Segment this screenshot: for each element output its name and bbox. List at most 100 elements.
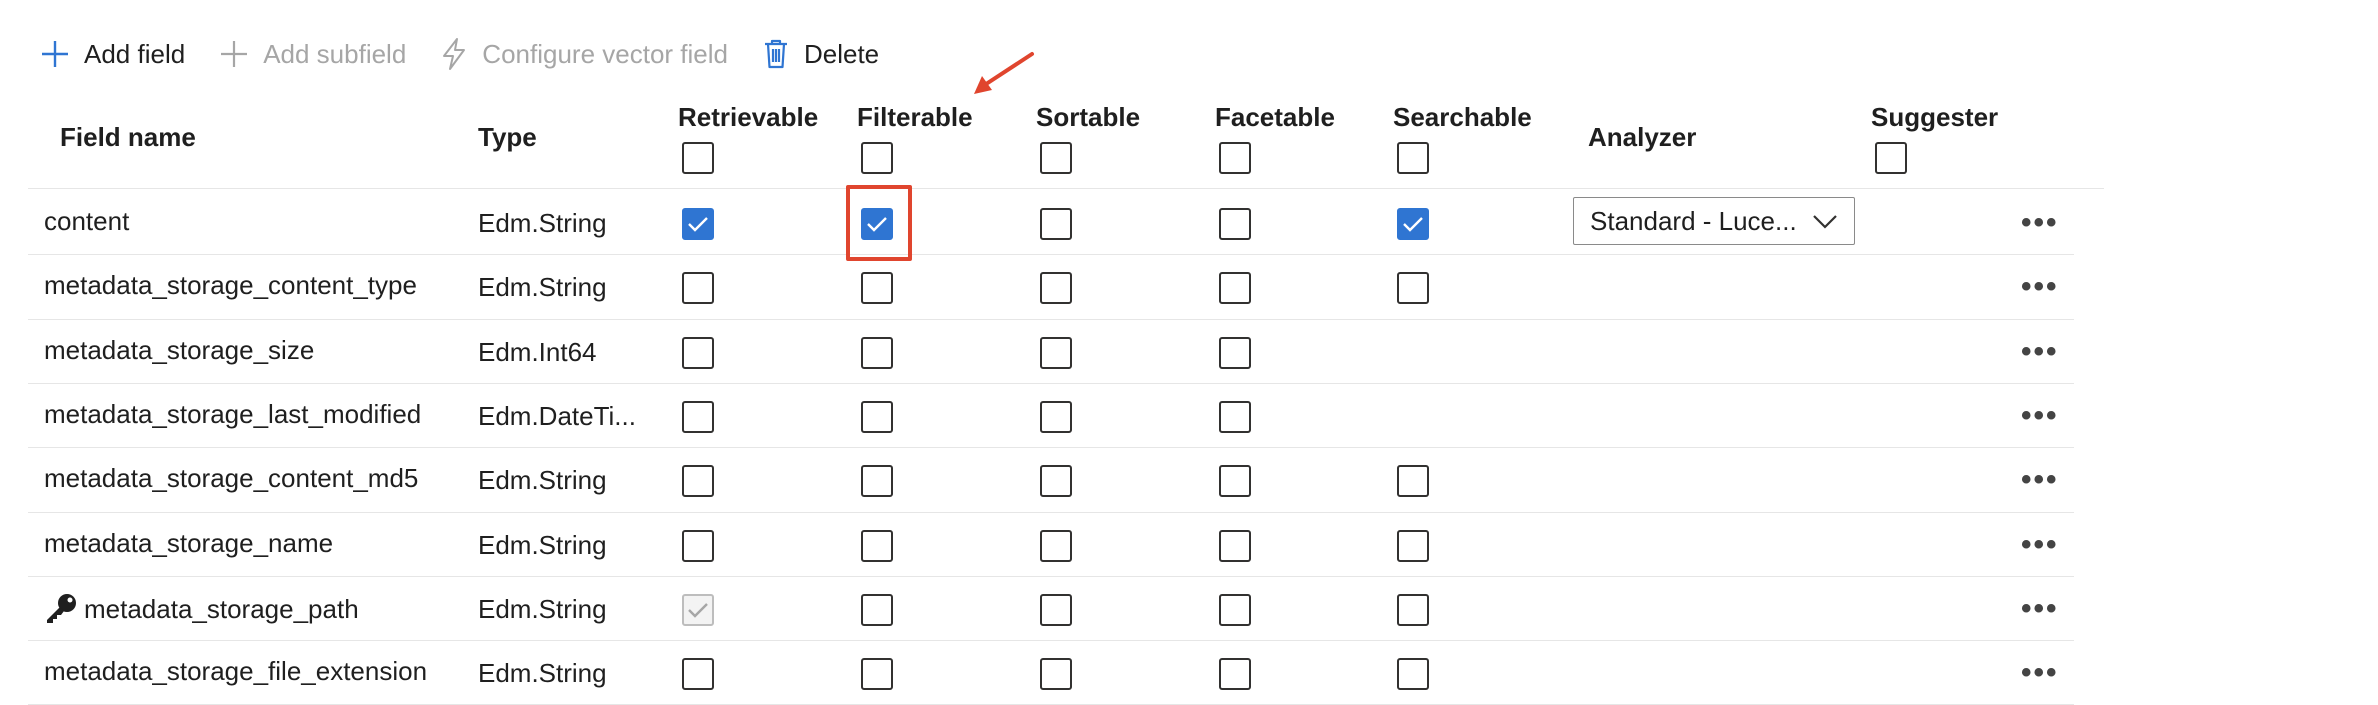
retrievable-checkbox xyxy=(682,593,714,626)
sortable-checkbox[interactable] xyxy=(1040,336,1072,369)
select-all-sortable-checkbox[interactable] xyxy=(1040,142,1072,174)
sortable-checkbox[interactable] xyxy=(1040,401,1072,434)
filterable-checkbox[interactable] xyxy=(861,336,893,369)
row-divider xyxy=(28,575,2074,577)
filterable-checkbox[interactable] xyxy=(861,658,893,691)
retrievable-checkbox[interactable] xyxy=(682,658,714,691)
field-name-cell: metadata_storage_file_extension xyxy=(44,656,428,687)
sortable-checkbox[interactable] xyxy=(1040,658,1072,691)
row-divider xyxy=(28,640,2074,642)
filterable-checkbox[interactable] xyxy=(861,593,893,626)
facetable-checkbox[interactable] xyxy=(1219,465,1251,498)
facetable-checkbox[interactable] xyxy=(1219,529,1251,562)
searchable-checkbox[interactable] xyxy=(1397,658,1429,691)
configure-vector-field-button[interactable]: Configure vector field xyxy=(440,37,728,71)
add-subfield-button[interactable]: Add subfield xyxy=(219,39,406,70)
retrievable-checkbox[interactable] xyxy=(682,465,714,498)
retrievable-checkbox[interactable] xyxy=(682,208,714,241)
configure-vector-field-label: Configure vector field xyxy=(482,38,728,69)
annotation-arrow xyxy=(974,52,1034,94)
select-all-retrievable-checkbox[interactable] xyxy=(682,142,714,174)
column-header-field-name: Field name xyxy=(60,122,196,152)
column-header-filterable: Filterable xyxy=(857,102,973,132)
more-actions-button[interactable]: ••• xyxy=(2021,208,2059,238)
field-name-cell: metadata_storage_content_md5 xyxy=(44,463,419,494)
trash-icon xyxy=(764,39,787,69)
field-name-cell: content xyxy=(44,206,130,237)
select-all-filterable-checkbox[interactable] xyxy=(861,142,893,174)
field-type-cell: Edm.String xyxy=(478,272,607,303)
retrievable-checkbox[interactable] xyxy=(682,529,714,562)
retrievable-checkbox[interactable] xyxy=(682,336,714,369)
select-all-searchable-checkbox[interactable] xyxy=(1397,142,1429,174)
facetable-checkbox[interactable] xyxy=(1219,593,1251,626)
column-header-analyzer: Analyzer xyxy=(1588,122,1697,152)
checkmark-icon xyxy=(688,603,708,618)
facetable-checkbox[interactable] xyxy=(1219,336,1251,369)
analyzer-dropdown[interactable]: Standard - Luce... xyxy=(1573,197,1855,245)
field-type-cell: Edm.String xyxy=(478,529,607,560)
more-actions-button[interactable]: ••• xyxy=(2021,529,2059,560)
more-actions-button[interactable]: ••• xyxy=(2021,272,2059,302)
field-name-cell: metadata_storage_path xyxy=(44,592,359,625)
filterable-checkbox[interactable] xyxy=(861,465,893,498)
column-header-suggester: Suggester xyxy=(1871,102,1999,132)
field-type-cell: Edm.String xyxy=(478,658,607,689)
facetable-checkbox[interactable] xyxy=(1219,272,1251,305)
filterable-checkbox[interactable] xyxy=(861,272,893,305)
filterable-checkbox[interactable] xyxy=(861,401,893,434)
row-divider xyxy=(28,318,2074,320)
delete-button[interactable]: Delete xyxy=(762,38,879,70)
annotation-highlight-box xyxy=(846,185,912,261)
plus-icon xyxy=(221,41,248,67)
field-name-cell: metadata_storage_name xyxy=(44,527,334,558)
row-divider xyxy=(28,254,2074,256)
searchable-checkbox[interactable] xyxy=(1397,272,1429,305)
field-name-cell: metadata_storage_last_modified xyxy=(44,399,422,430)
field-name-label: metadata_storage_path xyxy=(84,593,359,624)
field-name-cell: metadata_storage_content_type xyxy=(44,270,417,301)
row-divider xyxy=(28,382,2074,384)
chevron-down-icon xyxy=(1813,215,1837,229)
field-type-cell: Edm.Int64 xyxy=(478,336,597,367)
sortable-checkbox[interactable] xyxy=(1040,465,1072,498)
column-header-retrievable: Retrievable xyxy=(678,102,819,132)
sortable-checkbox[interactable] xyxy=(1040,272,1072,305)
add-subfield-label: Add subfield xyxy=(263,38,407,69)
field-type-cell: Edm.DateTi... xyxy=(478,401,636,432)
more-actions-button[interactable]: ••• xyxy=(2021,401,2059,431)
more-actions-button[interactable]: ••• xyxy=(2021,336,2059,367)
column-header-facetable: Facetable xyxy=(1215,102,1335,132)
more-actions-button[interactable]: ••• xyxy=(2021,658,2059,688)
more-actions-button[interactable]: ••• xyxy=(2021,593,2059,624)
filterable-checkbox[interactable] xyxy=(861,529,893,562)
checkmark-icon xyxy=(688,217,708,232)
sortable-checkbox[interactable] xyxy=(1040,593,1072,626)
row-divider xyxy=(28,511,2074,513)
toolbar: Add field Add subfield Configure vector … xyxy=(40,30,913,78)
add-field-label: Add field xyxy=(84,38,186,69)
column-header-type: Type xyxy=(478,122,537,152)
column-header-sortable: Sortable xyxy=(1036,102,1141,132)
field-type-cell: Edm.String xyxy=(478,593,607,624)
field-type-cell: Edm.String xyxy=(478,465,607,496)
retrievable-checkbox[interactable] xyxy=(682,272,714,305)
select-all-suggester-checkbox[interactable] xyxy=(1875,142,1907,174)
key-icon xyxy=(47,593,76,623)
searchable-checkbox[interactable] xyxy=(1397,529,1429,562)
analyzer-dropdown-value: Standard - Luce... xyxy=(1590,205,1797,236)
searchable-checkbox[interactable] xyxy=(1397,593,1429,626)
searchable-checkbox[interactable] xyxy=(1397,208,1429,241)
add-field-button[interactable]: Add field xyxy=(40,39,185,70)
sortable-checkbox[interactable] xyxy=(1040,529,1072,562)
facetable-checkbox[interactable] xyxy=(1219,658,1251,691)
facetable-checkbox[interactable] xyxy=(1219,401,1251,434)
select-all-facetable-checkbox[interactable] xyxy=(1219,142,1251,174)
sortable-checkbox[interactable] xyxy=(1040,208,1072,241)
searchable-checkbox[interactable] xyxy=(1397,465,1429,498)
delete-label: Delete xyxy=(803,38,880,69)
more-actions-button[interactable]: ••• xyxy=(2021,465,2059,495)
bolt-icon xyxy=(443,38,466,70)
facetable-checkbox[interactable] xyxy=(1219,208,1251,241)
retrievable-checkbox[interactable] xyxy=(682,401,714,434)
